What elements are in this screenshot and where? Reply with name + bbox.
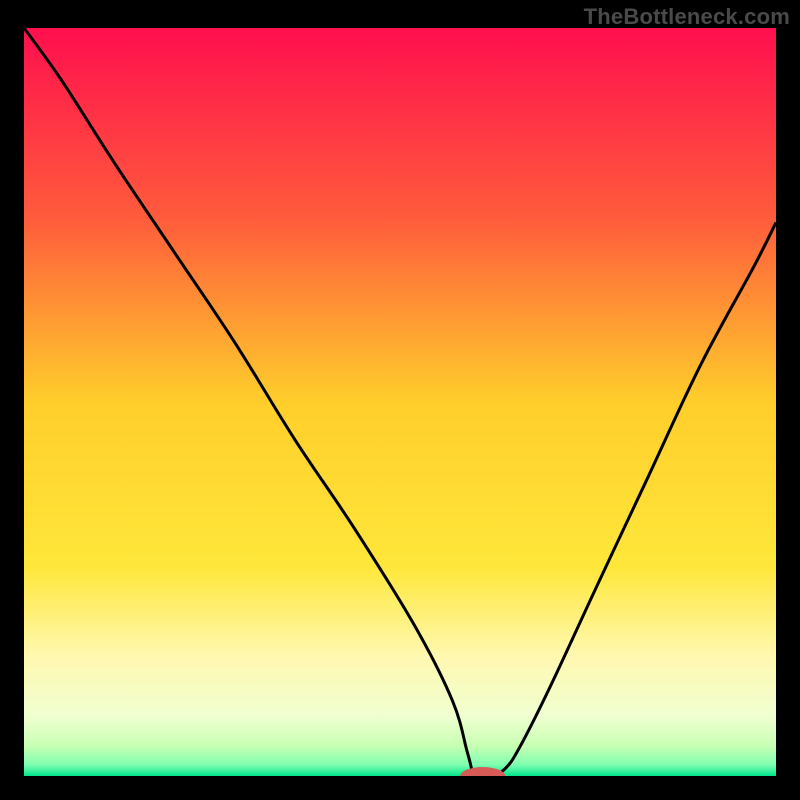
chart-frame: TheBottleneck.com [0, 0, 800, 800]
plot-area [24, 28, 776, 776]
plot-svg [24, 28, 776, 776]
watermark-text: TheBottleneck.com [584, 4, 790, 30]
gradient-background [24, 28, 776, 776]
